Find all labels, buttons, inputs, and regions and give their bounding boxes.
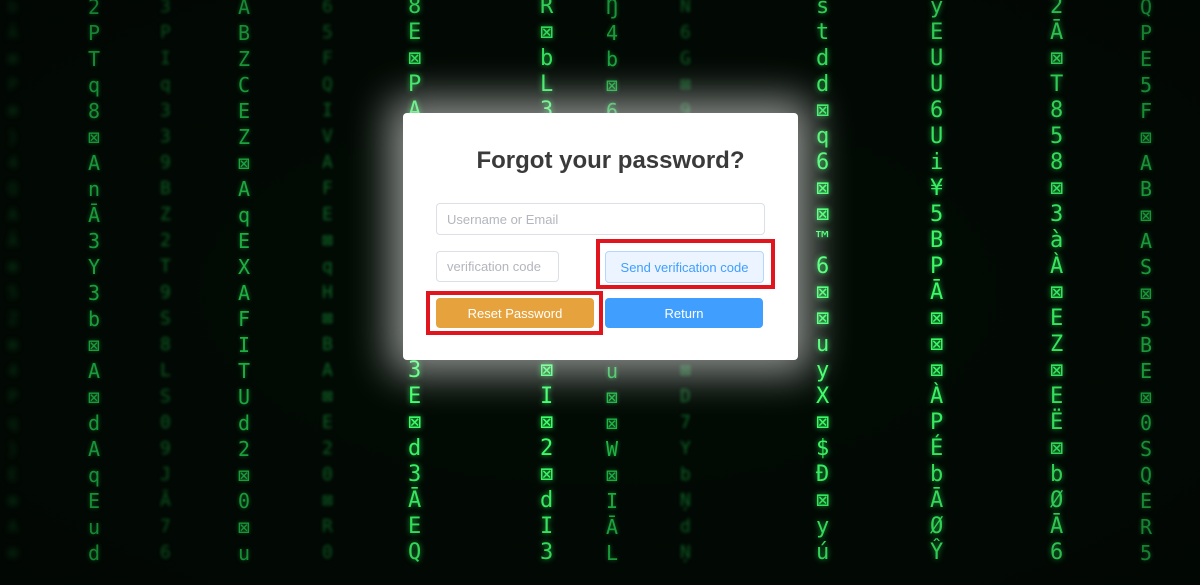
verification-code-input[interactable] xyxy=(436,251,559,282)
send-verification-code-label: Send verification code xyxy=(620,259,749,275)
reset-password-button[interactable]: Reset Password xyxy=(436,298,594,328)
matrix-column: Ä B Z C E Z ⊠ A q E X A F I T U d 2 ⊠ 0 … xyxy=(238,0,251,565)
return-button[interactable]: Return xyxy=(605,298,763,328)
matrix-column: y E U U 6 U i ¥ 5 B P Ā ⊠ ⊠ ⊠ À P É b Ā … xyxy=(930,0,944,565)
matrix-column: 3 P I q 3 3 9 B Z 2 T 9 S 8 L S 0 9 J Ā … xyxy=(160,0,171,563)
reset-password-label: Reset Password xyxy=(467,305,563,321)
username-email-input[interactable] xyxy=(436,203,765,235)
forgot-password-card: Forgot your password? Send verification … xyxy=(403,113,798,360)
return-label: Return xyxy=(664,305,704,321)
page-title: Forgot your password? xyxy=(476,147,745,174)
matrix-column: 2 P T q 8 ⊠ A n Ā 3 Y 3 b ⊠ A ⊠ d A q E … xyxy=(88,0,101,565)
send-verification-code-button[interactable]: Send verification code xyxy=(605,251,764,283)
matrix-column: 2 Ā ⊠ T 8 5 8 ⊠ 3 à À ⊠ E Z ⊠ E Ë ⊠ b Ø … xyxy=(1050,0,1064,565)
matrix-column: s t d d ⊠ q 6 ⊠ ⊠ ™ 6 ⊠ ⊠ u y X ⊠ $ Đ ⊠ … xyxy=(816,0,830,565)
matrix-column: b Ā ⊠ P ⊠ } 4 Q A Ā ⊠ 5 Z ⊠ 4 P q } E ⊠ … xyxy=(8,0,18,562)
matrix-column: Q P E 5 F ⊠ A B ⊠ A S ⊠ 5 B E ⊠ 0 S Q E … xyxy=(1140,0,1153,565)
matrix-column: 6 5 F Q I V A F E ⊠ q H ⊠ B A ⊠ E 2 0 ⊠ … xyxy=(322,0,333,563)
